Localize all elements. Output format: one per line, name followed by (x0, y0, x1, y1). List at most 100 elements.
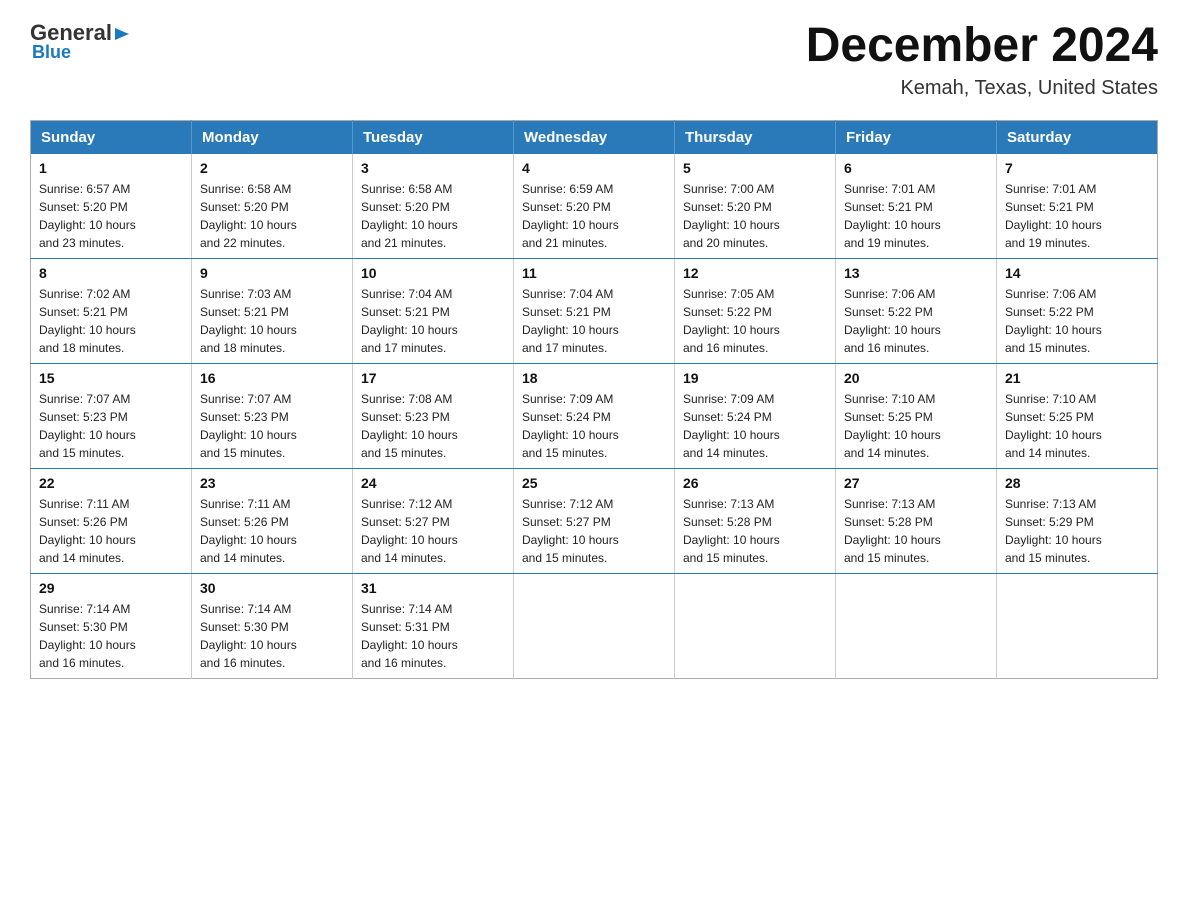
day-info: Sunrise: 7:09 AM Sunset: 5:24 PM Dayligh… (683, 390, 827, 462)
day-number: 9 (200, 265, 344, 281)
calendar-cell: 8Sunrise: 7:02 AM Sunset: 5:21 PM Daylig… (31, 258, 192, 363)
day-info: Sunrise: 6:57 AM Sunset: 5:20 PM Dayligh… (39, 180, 183, 252)
calendar-cell (836, 573, 997, 678)
day-info: Sunrise: 7:11 AM Sunset: 5:26 PM Dayligh… (39, 495, 183, 567)
day-number: 28 (1005, 475, 1149, 491)
weekday-header-thursday: Thursday (675, 120, 836, 154)
day-number: 22 (39, 475, 183, 491)
day-number: 11 (522, 265, 666, 281)
day-info: Sunrise: 7:03 AM Sunset: 5:21 PM Dayligh… (200, 285, 344, 357)
day-number: 12 (683, 265, 827, 281)
day-info: Sunrise: 7:12 AM Sunset: 5:27 PM Dayligh… (361, 495, 505, 567)
calendar-cell: 22 Sunrise: 7:11 AM Sunset: 5:26 PM Dayli… (31, 468, 192, 573)
week-row-3: 15 Sunrise: 7:07 AM Sunset: 5:23 PM Dayli… (31, 363, 1158, 468)
calendar-cell (675, 573, 836, 678)
calendar-cell: 5 Sunrise: 7:00 AM Sunset: 5:20 PM Daylig… (675, 154, 836, 259)
calendar-cell: 20Sunrise: 7:10 AM Sunset: 5:25 PM Dayli… (836, 363, 997, 468)
calendar-cell: 10 Sunrise: 7:04 AM Sunset: 5:21 PM Dayli… (353, 258, 514, 363)
day-info: Sunrise: 7:04 AM Sunset: 5:21 PM Dayligh… (361, 285, 505, 357)
day-info: Sunrise: 7:00 AM Sunset: 5:20 PM Dayligh… (683, 180, 827, 252)
day-number: 14 (1005, 265, 1149, 281)
calendar-cell: 31 Sunrise: 7:14 AM Sunset: 5:31 PM Dayli… (353, 573, 514, 678)
weekday-header-tuesday: Tuesday (353, 120, 514, 154)
day-number: 31 (361, 580, 505, 596)
day-number: 30 (200, 580, 344, 596)
day-info: Sunrise: 7:11 AM Sunset: 5:26 PM Dayligh… (200, 495, 344, 567)
calendar-cell: 25 Sunrise: 7:12 AM Sunset: 5:27 PM Dayli… (514, 468, 675, 573)
calendar-table: SundayMondayTuesdayWednesdayThursdayFrid… (30, 120, 1158, 679)
day-number: 23 (200, 475, 344, 491)
calendar-cell: 27Sunrise: 7:13 AM Sunset: 5:28 PM Dayli… (836, 468, 997, 573)
day-info: Sunrise: 7:06 AM Sunset: 5:22 PM Dayligh… (1005, 285, 1149, 357)
day-info: Sunrise: 6:58 AM Sunset: 5:20 PM Dayligh… (361, 180, 505, 252)
calendar-cell: 17 Sunrise: 7:08 AM Sunset: 5:23 PM Dayli… (353, 363, 514, 468)
day-number: 16 (200, 370, 344, 386)
title-area: December 2024 Kemah, Texas, United State… (806, 20, 1158, 100)
calendar-cell: 2 Sunrise: 6:58 AM Sunset: 5:20 PM Daylig… (192, 154, 353, 259)
week-row-2: 8Sunrise: 7:02 AM Sunset: 5:21 PM Daylig… (31, 258, 1158, 363)
day-info: Sunrise: 7:07 AM Sunset: 5:23 PM Dayligh… (200, 390, 344, 462)
calendar-cell: 9 Sunrise: 7:03 AM Sunset: 5:21 PM Daylig… (192, 258, 353, 363)
day-number: 3 (361, 160, 505, 176)
week-row-5: 29 Sunrise: 7:14 AM Sunset: 5:30 PM Dayli… (31, 573, 1158, 678)
day-number: 7 (1005, 160, 1149, 176)
calendar-cell: 28 Sunrise: 7:13 AM Sunset: 5:29 PM Dayli… (997, 468, 1158, 573)
day-number: 10 (361, 265, 505, 281)
day-number: 27 (844, 475, 988, 491)
calendar-cell: 12 Sunrise: 7:05 AM Sunset: 5:22 PM Dayli… (675, 258, 836, 363)
calendar-cell: 21 Sunrise: 7:10 AM Sunset: 5:25 PM Dayli… (997, 363, 1158, 468)
day-info: Sunrise: 7:08 AM Sunset: 5:23 PM Dayligh… (361, 390, 505, 462)
weekday-header-sunday: Sunday (31, 120, 192, 154)
day-number: 17 (361, 370, 505, 386)
weekday-header-friday: Friday (836, 120, 997, 154)
day-number: 13 (844, 265, 988, 281)
weekday-header-monday: Monday (192, 120, 353, 154)
day-info: Sunrise: 7:13 AM Sunset: 5:29 PM Dayligh… (1005, 495, 1149, 567)
day-number: 5 (683, 160, 827, 176)
day-number: 26 (683, 475, 827, 491)
calendar-cell: 14 Sunrise: 7:06 AM Sunset: 5:22 PM Dayli… (997, 258, 1158, 363)
day-number: 29 (39, 580, 183, 596)
day-info: Sunrise: 7:07 AM Sunset: 5:23 PM Dayligh… (39, 390, 183, 462)
day-info: Sunrise: 6:58 AM Sunset: 5:20 PM Dayligh… (200, 180, 344, 252)
calendar-cell: 30 Sunrise: 7:14 AM Sunset: 5:30 PM Dayli… (192, 573, 353, 678)
logo-area: General Blue (30, 20, 131, 63)
calendar-cell: 11 Sunrise: 7:04 AM Sunset: 5:21 PM Dayli… (514, 258, 675, 363)
calendar-cell: 7 Sunrise: 7:01 AM Sunset: 5:21 PM Daylig… (997, 154, 1158, 259)
calendar-cell: 13Sunrise: 7:06 AM Sunset: 5:22 PM Dayli… (836, 258, 997, 363)
day-info: Sunrise: 7:14 AM Sunset: 5:30 PM Dayligh… (200, 600, 344, 672)
day-info: Sunrise: 7:14 AM Sunset: 5:31 PM Dayligh… (361, 600, 505, 672)
calendar-cell: 6Sunrise: 7:01 AM Sunset: 5:21 PM Daylig… (836, 154, 997, 259)
day-info: Sunrise: 7:01 AM Sunset: 5:21 PM Dayligh… (844, 180, 988, 252)
day-info: Sunrise: 7:09 AM Sunset: 5:24 PM Dayligh… (522, 390, 666, 462)
day-number: 15 (39, 370, 183, 386)
logo-blue: Blue (32, 42, 71, 63)
logo-arrow (112, 20, 131, 46)
day-info: Sunrise: 7:13 AM Sunset: 5:28 PM Dayligh… (683, 495, 827, 567)
day-number: 21 (1005, 370, 1149, 386)
week-row-1: 1 Sunrise: 6:57 AM Sunset: 5:20 PM Daylig… (31, 154, 1158, 259)
calendar-cell: 19Sunrise: 7:09 AM Sunset: 5:24 PM Dayli… (675, 363, 836, 468)
day-info: Sunrise: 7:12 AM Sunset: 5:27 PM Dayligh… (522, 495, 666, 567)
day-info: Sunrise: 6:59 AM Sunset: 5:20 PM Dayligh… (522, 180, 666, 252)
calendar-cell (997, 573, 1158, 678)
day-number: 2 (200, 160, 344, 176)
day-number: 20 (844, 370, 988, 386)
day-number: 4 (522, 160, 666, 176)
calendar-cell: 23 Sunrise: 7:11 AM Sunset: 5:26 PM Dayli… (192, 468, 353, 573)
day-info: Sunrise: 7:04 AM Sunset: 5:21 PM Dayligh… (522, 285, 666, 357)
calendar-cell: 18Sunrise: 7:09 AM Sunset: 5:24 PM Dayli… (514, 363, 675, 468)
header-area: General Blue December 2024 Kemah, Texas,… (30, 20, 1158, 100)
day-info: Sunrise: 7:10 AM Sunset: 5:25 PM Dayligh… (1005, 390, 1149, 462)
day-number: 1 (39, 160, 183, 176)
calendar-cell: 29Sunrise: 7:14 AM Sunset: 5:30 PM Dayli… (31, 573, 192, 678)
weekday-header-wednesday: Wednesday (514, 120, 675, 154)
calendar-cell: 4 Sunrise: 6:59 AM Sunset: 5:20 PM Daylig… (514, 154, 675, 259)
calendar-cell: 1 Sunrise: 6:57 AM Sunset: 5:20 PM Daylig… (31, 154, 192, 259)
calendar-cell: 15 Sunrise: 7:07 AM Sunset: 5:23 PM Dayli… (31, 363, 192, 468)
location-title: Kemah, Texas, United States (806, 77, 1158, 100)
day-info: Sunrise: 7:01 AM Sunset: 5:21 PM Dayligh… (1005, 180, 1149, 252)
weekday-header-row: SundayMondayTuesdayWednesdayThursdayFrid… (31, 120, 1158, 154)
day-number: 25 (522, 475, 666, 491)
day-info: Sunrise: 7:05 AM Sunset: 5:22 PM Dayligh… (683, 285, 827, 357)
